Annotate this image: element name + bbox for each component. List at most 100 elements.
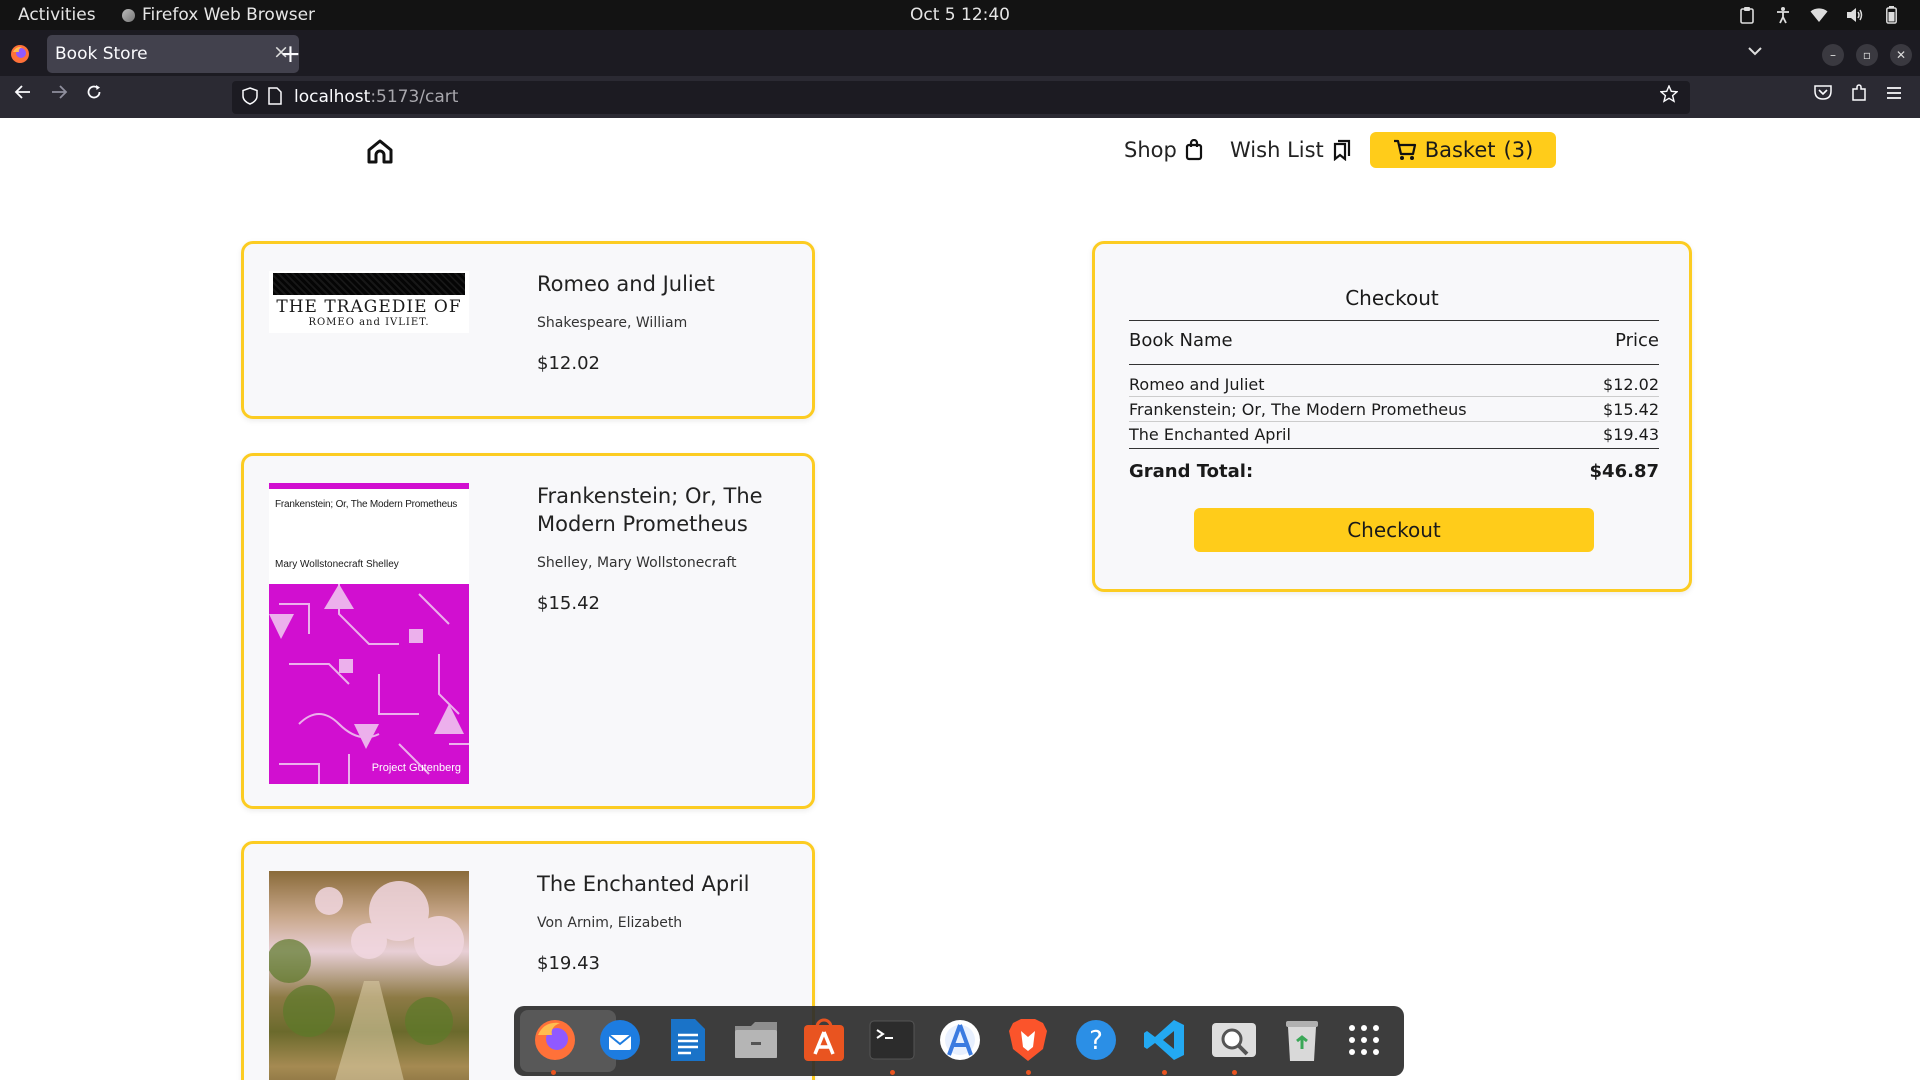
bookmark-star-icon[interactable] <box>1659 84 1679 108</box>
terminal-icon[interactable] <box>868 1016 916 1064</box>
row-price: $19.43 <box>1603 425 1659 444</box>
tab-title: Book Store <box>55 44 148 64</box>
firefox-view-icon[interactable] <box>10 44 30 64</box>
cover-title: THE TRAGEDIE OF <box>276 297 462 317</box>
back-icon[interactable] <box>14 84 32 105</box>
app-center-icon[interactable] <box>800 1016 848 1064</box>
browser-nav-bar: localhost:5173/cart <box>0 76 1920 118</box>
android-studio-icon[interactable] <box>936 1016 984 1064</box>
accessibility-icon[interactable] <box>1772 4 1794 26</box>
book-author: Von Arnim, Elizabeth <box>537 915 683 931</box>
show-apps-icon[interactable] <box>1340 1016 1388 1064</box>
tab-book-store[interactable]: Book Store × <box>47 35 299 73</box>
cover-publisher: Project Gutenberg <box>371 762 461 774</box>
thunderbird-icon[interactable] <box>596 1016 644 1064</box>
firefox-icon[interactable] <box>531 1016 579 1064</box>
trash-icon[interactable] <box>1278 1016 1326 1064</box>
nav-shop-label: Shop <box>1124 138 1177 162</box>
help-icon[interactable]: ? <box>1072 1016 1120 1064</box>
firefox-small-icon <box>122 8 135 22</box>
cover-top-bar <box>269 483 469 489</box>
checkout-button[interactable]: Checkout <box>1194 508 1594 552</box>
divider <box>1129 448 1659 449</box>
nav-wishlist-label: Wish List <box>1230 138 1324 162</box>
volume-icon[interactable] <box>1844 4 1866 26</box>
battery-icon[interactable] <box>1880 4 1902 26</box>
book-price: $19.43 <box>537 953 600 974</box>
running-indicator <box>1026 1070 1031 1075</box>
checkout-row: The Enchanted April $19.43 <box>1129 425 1659 444</box>
checkout-panel: Checkout Book Name Price Romeo and Julie… <box>1092 241 1692 592</box>
activities-button[interactable]: Activities <box>18 5 96 25</box>
book-cover-enchanted-april <box>269 871 469 1080</box>
grand-total-label: Grand Total: <box>1129 461 1254 482</box>
menu-hamburger-icon[interactable] <box>1886 84 1902 105</box>
app-menu[interactable]: Firefox Web Browser <box>122 5 315 25</box>
book-title: The Enchanted April <box>537 872 750 896</box>
close-window-icon[interactable]: ✕ <box>1890 44 1912 66</box>
extensions-icon[interactable] <box>1850 84 1868 107</box>
app-name: Firefox Web Browser <box>142 5 316 25</box>
cover-subtitle: ROMEO and IVLIET. <box>308 317 430 328</box>
row-price: $15.42 <box>1603 400 1659 419</box>
cover-author: Mary Wollstonecraft Shelley <box>275 559 399 570</box>
cover-ornament <box>273 273 465 295</box>
nav-shop[interactable]: Shop <box>1124 138 1203 162</box>
browser-tab-bar: Book Store × + – ▫ ✕ <box>0 30 1920 76</box>
row-name: Romeo and Juliet <box>1129 375 1265 394</box>
checkout-table-header: Book Name Price <box>1129 330 1659 351</box>
clipboard-icon[interactable] <box>1736 4 1758 26</box>
book-author: Shakespeare, William <box>537 315 688 331</box>
url-bar[interactable]: localhost:5173/cart <box>232 81 1690 114</box>
brave-icon[interactable] <box>1004 1016 1052 1064</box>
cart-item-card: Frankenstein; Or, The Modern Prometheus … <box>241 453 815 809</box>
cover-title: Frankenstein; Or, The Modern Prometheus <box>275 499 458 510</box>
basket-label: Basket <box>1424 138 1496 162</box>
new-tab-icon[interactable]: + <box>280 39 301 68</box>
row-name: The Enchanted April <box>1129 425 1291 444</box>
basket-count: (3) <box>1503 138 1534 162</box>
book-cover-romeo: THE TRAGEDIE OF ROMEO and IVLIET. <box>269 271 469 333</box>
cover-pattern <box>269 569 469 784</box>
cart-item-card: THE TRAGEDIE OF ROMEO and IVLIET. Romeo … <box>241 241 815 419</box>
divider <box>1129 320 1659 321</box>
page-info-icon[interactable] <box>268 87 282 110</box>
vscode-icon[interactable] <box>1140 1016 1188 1064</box>
row-price: $12.02 <box>1603 375 1659 394</box>
checkout-row: Romeo and Juliet $12.02 <box>1129 375 1659 394</box>
bookmarks-icon <box>1333 139 1350 161</box>
writer-icon[interactable] <box>664 1016 712 1064</box>
book-title: Frankenstein; Or, The Modern Prometheus <box>537 484 763 536</box>
book-author: Shelley, Mary Wollstonecraft <box>537 555 737 571</box>
reload-icon[interactable] <box>86 84 102 105</box>
list-all-tabs-icon[interactable] <box>1748 42 1762 60</box>
dock: ? <box>514 1006 1404 1076</box>
minimize-window-icon[interactable]: – <box>1822 44 1844 66</box>
forward-icon[interactable] <box>50 84 68 105</box>
cart-icon <box>1393 139 1416 160</box>
checkout-row: Frankenstein; Or, The Modern Prometheus … <box>1129 400 1659 419</box>
row-name: Frankenstein; Or, The Modern Prometheus <box>1129 400 1467 419</box>
grand-total-value: $46.87 <box>1589 461 1659 482</box>
screenshot-icon[interactable] <box>1210 1016 1258 1064</box>
checkout-heading: Checkout <box>1345 286 1439 310</box>
restore-window-icon[interactable]: ▫ <box>1856 44 1878 66</box>
pocket-icon[interactable] <box>1814 84 1832 105</box>
col-price: Price <box>1615 330 1659 351</box>
system-top-bar: Activities Firefox Web Browser Oct 5 12:… <box>0 0 1920 30</box>
home-icon[interactable] <box>366 138 394 164</box>
shopping-bag-icon <box>1185 139 1202 161</box>
wifi-icon[interactable] <box>1808 4 1830 26</box>
nav-wishlist[interactable]: Wish List <box>1230 138 1352 162</box>
basket-button[interactable]: Basket (3) <box>1370 132 1556 168</box>
divider <box>1129 421 1659 422</box>
shield-icon[interactable] <box>242 87 258 110</box>
divider <box>1129 364 1659 365</box>
url-host: localhost <box>294 87 371 107</box>
page-content: Shop Wish List Basket (3) THE TRAGEDIE O… <box>0 118 1920 1080</box>
svg-text:?: ? <box>1089 1026 1103 1056</box>
files-icon[interactable] <box>732 1016 780 1064</box>
url-text[interactable]: localhost:5173/cart <box>294 87 458 107</box>
system-tray[interactable] <box>1736 4 1902 26</box>
url-path: :5173/cart <box>370 87 459 107</box>
